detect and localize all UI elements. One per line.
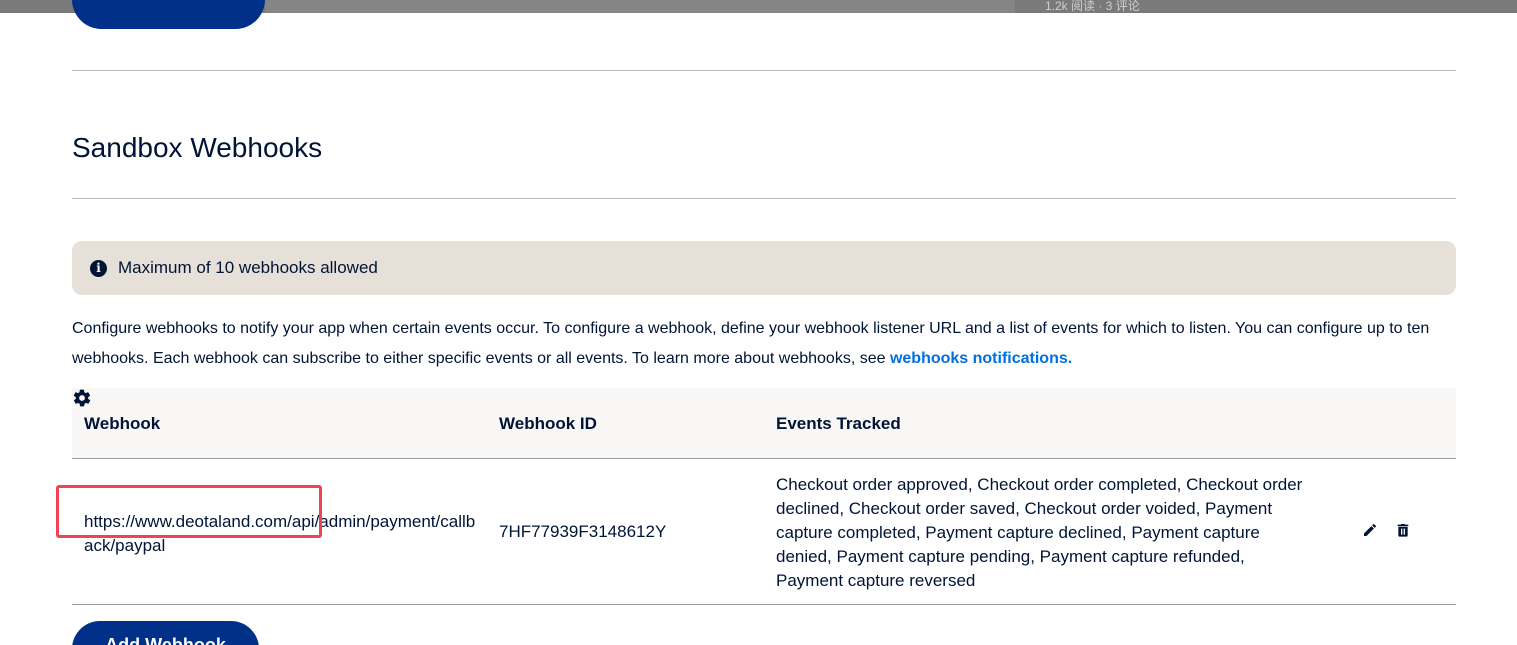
- info-banner-text: Maximum of 10 webhooks allowed: [118, 258, 378, 277]
- column-header-webhook: Webhook: [84, 414, 161, 433]
- description-text: Configure webhooks to notify your app wh…: [72, 320, 1430, 367]
- table-row: https://www.deotaland.com/api/admin/paym…: [72, 460, 1456, 605]
- webhooks-table-header: Webhook Webhook ID Events Tracked: [72, 388, 1456, 459]
- webhook-url: https://www.deotaland.com/api/admin/paym…: [84, 512, 476, 555]
- webhooks-notifications-link[interactable]: webhooks notifications.: [890, 350, 1072, 367]
- info-icon: i: [90, 259, 107, 277]
- overlay-stats-text: 1.2k 阅读 · 3 评论: [1045, 0, 1140, 13]
- overlay-panel: [265, 0, 1015, 13]
- trash-icon[interactable]: [1395, 521, 1411, 539]
- column-header-webhook-id: Webhook ID: [499, 414, 597, 433]
- webhooks-description: Configure webhooks to notify your app wh…: [72, 314, 1456, 374]
- top-action-button[interactable]: [72, 0, 265, 29]
- add-webhook-button[interactable]: Add Webhook: [72, 621, 259, 645]
- page-title: Sandbox Webhooks: [72, 132, 323, 163]
- info-banner: i Maximum of 10 webhooks allowed: [72, 241, 1456, 295]
- webhook-id: 7HF77939F3148612Y: [499, 522, 667, 541]
- events-tracked: Checkout order approved, Checkout order …: [776, 475, 1303, 590]
- pencil-icon[interactable]: [1362, 521, 1378, 539]
- gear-icon[interactable]: [72, 388, 92, 408]
- section-divider-top: [72, 70, 1456, 71]
- column-header-events-tracked: Events Tracked: [776, 414, 901, 433]
- section-divider: [72, 198, 1456, 199]
